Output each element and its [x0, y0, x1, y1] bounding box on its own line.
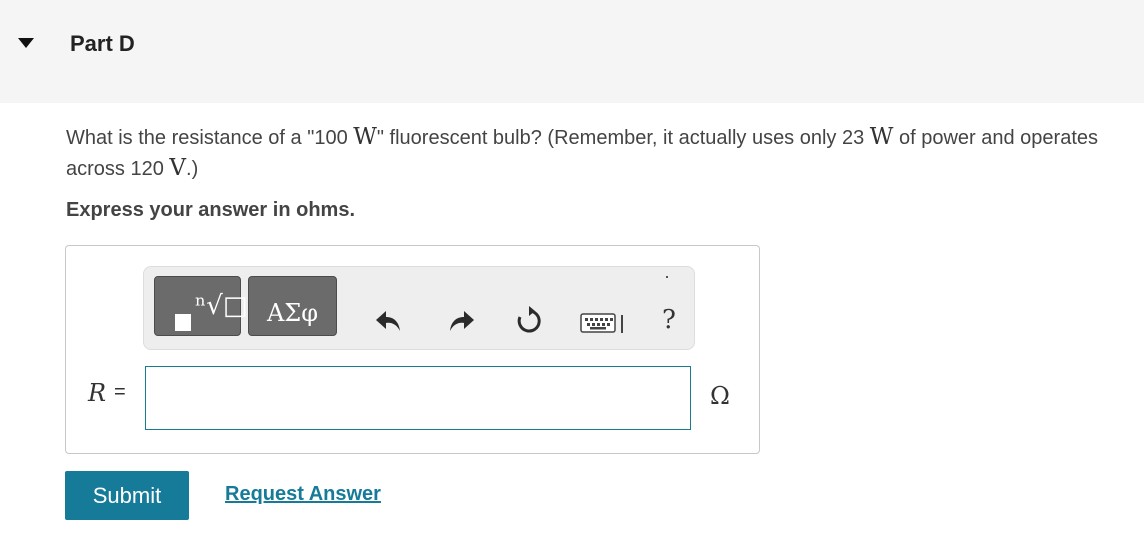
answer-unit: Ω [710, 382, 730, 410]
answer-input[interactable] [145, 366, 691, 430]
answer-equals: = [114, 381, 126, 403]
templates-glyph: ⁿ√□ [195, 291, 248, 321]
unit-watt: W [353, 124, 377, 150]
templates-button[interactable]: ⁿ√□ [154, 276, 247, 336]
symbols-button[interactable]: ΑΣφ [248, 276, 337, 336]
toolbar-dot [666, 276, 668, 278]
question-text: What is the resistance of a "100 W" fluo… [66, 124, 1099, 181]
undo-icon[interactable] [374, 307, 404, 335]
part-title: Part D [70, 31, 135, 56]
unit-volt: V [169, 155, 187, 181]
answer-variable: R [88, 379, 107, 407]
answer-instruction: Express your answer in ohms. [66, 199, 355, 221]
symbols-icon: ΑΣφ [266, 299, 319, 327]
math-toolbar: ⁿ√□ ΑΣφ ? [143, 266, 695, 350]
unit-watt: W [869, 124, 894, 150]
redo-icon[interactable] [446, 307, 476, 335]
help-icon[interactable]: ? [662, 305, 676, 335]
answer-box: ⁿ√□ ΑΣφ ? R = Ω [65, 245, 760, 454]
part-header[interactable]: Part D [0, 0, 1144, 103]
reset-icon[interactable] [514, 306, 544, 336]
request-answer-link[interactable]: Request Answer [225, 483, 381, 506]
templates-icon [175, 314, 191, 331]
keyboard-icon[interactable] [580, 311, 626, 335]
submit-button[interactable]: Submit [65, 471, 189, 520]
collapse-arrow-icon[interactable] [18, 38, 34, 48]
